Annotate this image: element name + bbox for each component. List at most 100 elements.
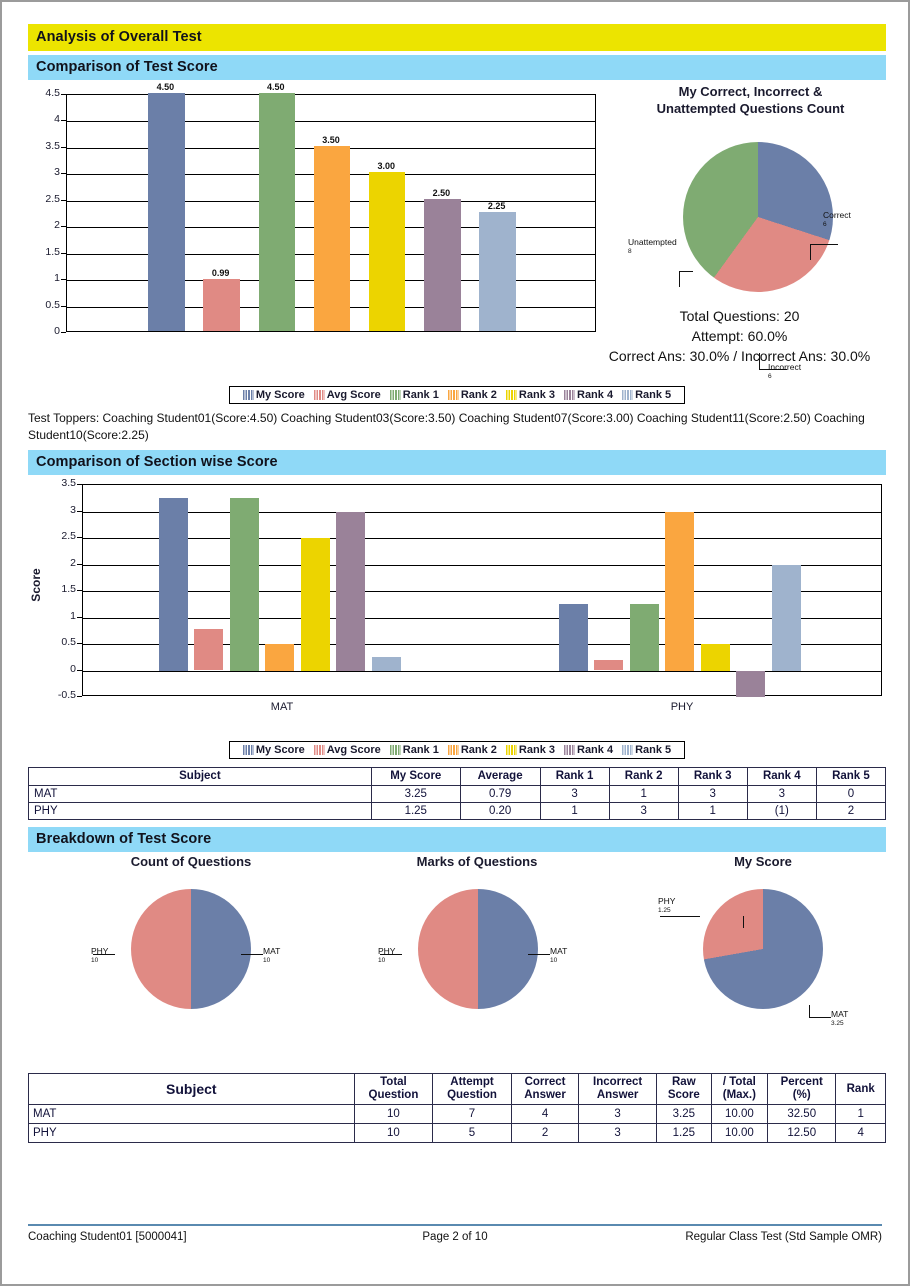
y-axis-tick-label: 3 — [70, 503, 76, 516]
legend-label: Rank 2 — [460, 389, 497, 401]
overall-test-score-chart: 0 0.5 1 1.5 2 2.5 3 3.5 4 4.5 4.50 0.99 4.50 3.50 3.00… — [28, 82, 886, 384]
breakdown-table-head: Subject Total Question Attempt Question Corre… — [28, 1073, 886, 1105]
data-cell: 10.00 — [710, 1123, 769, 1143]
y-axis-tick-label: 3.5 — [45, 139, 60, 152]
legend-label: Rank 3 — [518, 389, 555, 401]
data-cell: 1.25 — [370, 802, 461, 820]
pie-slice-label: Correct 6 — [823, 210, 851, 229]
leader-line — [679, 271, 693, 272]
bar — [665, 511, 695, 671]
legend-swatch-icon — [447, 745, 459, 755]
data-cell: 10.00 — [710, 1104, 769, 1124]
y-axis-tick — [77, 484, 82, 485]
subject-cell: PHY — [28, 1123, 355, 1143]
legend-item: Rank 1 — [389, 744, 439, 756]
column-header-line1: Subject — [166, 1080, 217, 1097]
legend-item: My Score — [242, 744, 305, 756]
bar — [258, 93, 295, 331]
y-axis-tick — [77, 696, 82, 697]
table-header-row: Subject Total Question Attempt Question Corre… — [28, 1073, 886, 1105]
subject-cell: MAT — [28, 1104, 355, 1124]
gridline — [83, 538, 881, 539]
legend-swatch-icon — [622, 745, 634, 755]
column-header-line2: Question — [368, 1089, 419, 1101]
data-cell: 4 — [835, 1123, 886, 1143]
data-cell: 3 — [578, 1104, 657, 1124]
y-axis-tick — [61, 120, 66, 122]
table-row: PHY 1.25 0.20 1 3 1 (1) 2 — [28, 802, 887, 820]
y-axis-tick — [77, 616, 82, 618]
column-header: Correct Answer — [510, 1073, 580, 1105]
data-cell: 1 — [539, 802, 610, 820]
data-cell: 0.79 — [459, 785, 541, 803]
bar — [479, 212, 516, 331]
legend-swatch-icon — [622, 390, 634, 400]
report-body: Analysis of Overall Test Comparison of T… — [28, 24, 887, 1143]
x-axis-category-label: PHY — [670, 701, 694, 713]
column-header-line1: Rank — [846, 1082, 875, 1095]
footer-student: Coaching Student01 [5000041] — [28, 1231, 187, 1243]
column-header-line1: Correct — [524, 1076, 566, 1088]
pie-slice-name: MAT — [263, 946, 281, 956]
column-header-line1: Incorrect — [593, 1076, 643, 1088]
leader-line — [241, 954, 263, 955]
y-axis-tick — [77, 669, 82, 671]
pie-slice-value: 6 — [768, 372, 772, 380]
legend-label: Rank 4 — [577, 744, 614, 756]
data-cell: 3 — [608, 802, 679, 820]
legend-item: Rank 3 — [505, 389, 555, 401]
column-header-line1: Attempt — [450, 1076, 494, 1088]
data-cell: 10 — [353, 1123, 434, 1143]
y-axis-tick — [61, 199, 66, 201]
breakdown-pies: Count of Questions MAT 10 PHY 10 Marks of Que… — [28, 854, 886, 1067]
leader-line — [528, 954, 550, 955]
section-header-breakdown: Breakdown of Test Score — [28, 827, 886, 852]
y-axis-tick — [77, 537, 82, 538]
y-axis-tick-label: 2 — [70, 556, 76, 569]
breakdown-pie — [131, 889, 251, 1009]
pie-slice-label: PHY 1.25 — [658, 896, 675, 915]
bar — [371, 657, 401, 671]
leader-line — [660, 916, 700, 917]
column-header: Percent (%) — [767, 1073, 837, 1105]
leader-line — [809, 1017, 831, 1018]
legend-item: Rank 1 — [389, 389, 439, 401]
y-axis-tick-label: 1 — [70, 609, 76, 622]
y-axis-tick-label: 3 — [54, 166, 60, 179]
legend-swatch-icon — [242, 390, 254, 400]
pie-slice-label: Unattempted 8 — [628, 237, 677, 256]
y-axis-tick-label: 0.5 — [61, 636, 76, 648]
column-header: Rank — [835, 1073, 886, 1105]
pie-slice-label: PHY 10 — [91, 946, 108, 965]
subject-cell: PHY — [28, 802, 372, 820]
data-cell: 0 — [815, 785, 887, 803]
overall-chart-legend-wrap: My Score Avg Score Rank 1 Rank 2 Rank 3 Rank … — [28, 386, 886, 405]
pie-slice-value: 10 — [263, 956, 271, 964]
column-header-line1: / Total — [722, 1076, 756, 1088]
legend-item: Rank 4 — [564, 744, 613, 756]
bar — [736, 670, 766, 697]
pie-slice-label: PHY 10 — [378, 946, 395, 965]
y-axis-tick — [77, 510, 82, 512]
overall-plot-area — [66, 93, 596, 332]
section-score-table: Subject My Score Average Rank 1 Rank 2 Rank 3… — [28, 767, 887, 820]
y-axis-tick-label: 3.5 — [61, 477, 76, 489]
legend-item: My Score — [242, 389, 305, 401]
legend-item: Avg Score — [313, 744, 381, 756]
data-cell: 1 — [835, 1104, 886, 1124]
test-toppers-text: Test Toppers: Coaching Student01(Score:4… — [28, 411, 865, 442]
legend-item: Avg Score — [313, 389, 381, 401]
y-axis-tick — [61, 252, 66, 254]
legend-label: My Score — [255, 389, 305, 401]
legend-swatch-icon — [242, 745, 254, 755]
y-axis-tick — [77, 563, 82, 565]
bar — [194, 628, 224, 671]
column-header-line2: Answer — [524, 1089, 566, 1101]
legend-label: Rank 2 — [460, 744, 497, 756]
data-cell: 2 — [815, 802, 887, 820]
pie-title: Marks of Questions — [416, 854, 538, 869]
report-page: Analysis of Overall Test Comparison of T… — [0, 0, 910, 1286]
legend-swatch-icon — [505, 390, 517, 400]
bar — [424, 198, 461, 331]
footer-page-number: Page 2 of 10 — [422, 1231, 488, 1243]
